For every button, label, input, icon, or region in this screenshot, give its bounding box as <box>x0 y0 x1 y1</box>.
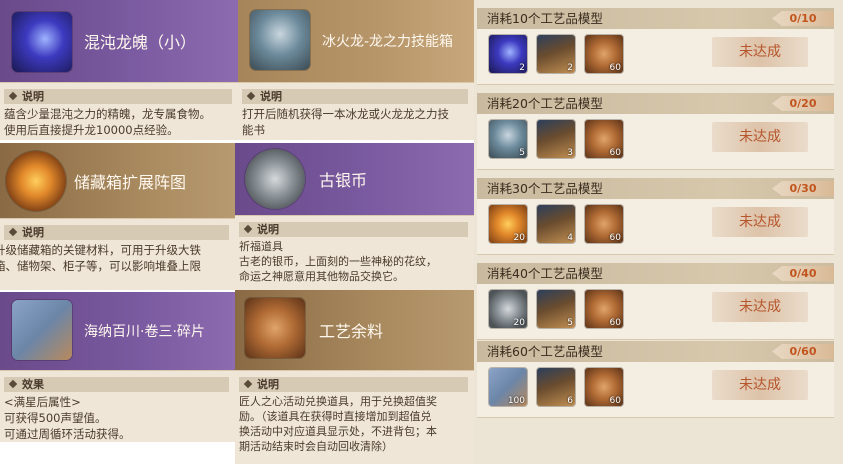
quest-row: 消耗40个工艺品模型 0/40 20 5 60 未达成 <box>477 263 834 340</box>
card-body: 说明 打开后随机获得一本冰龙或火龙龙之力技 能书 <box>238 82 474 140</box>
card-title: 工艺余料 <box>319 322 384 341</box>
card-header: 工艺余料 <box>235 290 474 370</box>
leather-scrap-icon[interactable]: 60 <box>585 368 623 406</box>
card-title: 储藏箱扩展阵图 <box>74 172 187 192</box>
section-label: 说明 <box>239 222 468 237</box>
quest-rewards: 2 2 60 未达成 <box>477 29 834 85</box>
reward-count: 5 <box>567 318 573 328</box>
card-title: 冰火龙-龙之力技能箱 <box>322 34 454 50</box>
reward-count: 3 <box>567 148 573 158</box>
sun-chest-icon[interactable]: 20 <box>489 205 527 243</box>
reward-count: 2 <box>567 63 573 73</box>
card-header: 储藏箱扩展阵图 <box>0 143 235 218</box>
card-title: 古银币 <box>319 171 368 190</box>
quest-row: 消耗30个工艺品模型 0/30 20 4 60 未达成 <box>477 178 834 255</box>
claim-button[interactable]: 未达成 <box>712 370 808 400</box>
reward-count: 60 <box>609 318 621 328</box>
tree-trunk-icon[interactable]: 4 <box>537 205 575 243</box>
tree-trunk-icon[interactable]: 6 <box>537 368 575 406</box>
card-description: <满星后属性> 可获得500声望值。 可通过周循环活动获得。 <box>4 395 131 441</box>
claim-button[interactable]: 未达成 <box>712 292 808 322</box>
silver-coin-icon <box>245 149 305 209</box>
reward-count: 4 <box>567 233 573 243</box>
reward-count: 20 <box>513 318 525 328</box>
card-body: 效果 <满星后属性> 可获得500声望值。 可通过周循环活动获得。 <box>0 370 235 442</box>
reward-count: 100 <box>507 396 525 406</box>
card-description: 祈福道具 古老的银币，上面刻的一些神秘的花纹， 命运之神愿意用其他物品交换它。 <box>239 240 437 283</box>
tree-trunk-icon[interactable]: 2 <box>537 35 575 73</box>
tree-trunk-icon[interactable]: 3 <box>537 120 575 158</box>
reward-count: 2 <box>519 63 525 73</box>
reward-count: 60 <box>609 148 621 158</box>
card-description: 匠人之心活动兑换道具，用于兑换超值奖 励。（该道具在获得时直接增加到超值兑 换活… <box>239 395 437 453</box>
tree-trunk-icon[interactable]: 5 <box>537 290 575 328</box>
leather-scrap-icon[interactable]: 60 <box>585 205 623 243</box>
quest-title: 消耗60个工艺品模型 0/60 <box>477 341 834 362</box>
quest-rewards: 20 4 60 未达成 <box>477 199 834 255</box>
card-title: 混沌龙魄（小） <box>84 33 197 52</box>
quest-progress: 0/20 <box>772 96 834 111</box>
quest-title: 消耗40个工艺品模型 0/40 <box>477 263 834 284</box>
reward-count: 6 <box>567 396 573 406</box>
section-label: 说明 <box>242 89 468 104</box>
card-description: 蕴含少量混沌之力的精魄，龙专属食物。 使用后直接提升龙10000点经验。 <box>4 107 211 137</box>
card-header: 混沌龙魄（小） <box>0 0 238 82</box>
reward-count: 5 <box>519 148 525 158</box>
card-body: 说明 升级储藏箱的关键材料，可用于升级大铁 箱、储物架、柜子等，可以影响堆叠上限 <box>0 218 235 290</box>
sun-chest-icon <box>6 151 66 211</box>
leather-scrap-icon[interactable]: 60 <box>585 290 623 328</box>
treasure-chest-icon <box>250 10 310 70</box>
reward-count: 60 <box>609 233 621 243</box>
quest-progress: 0/60 <box>772 344 834 359</box>
quest-rewards: 20 5 60 未达成 <box>477 284 834 340</box>
card-body: 说明 祈福道具 古老的银币，上面刻的一些神秘的花纹， 命运之神愿意用其他物品交换… <box>235 215 474 290</box>
quest-rewards: 100 6 60 未达成 <box>477 362 834 418</box>
card-description: 打开后随机获得一本冰龙或火龙龙之力技 能书 <box>242 107 449 137</box>
claim-button[interactable]: 未达成 <box>712 207 808 237</box>
item-card-ancient-silver-coin: 古银币 说明 祈福道具 古老的银币，上面刻的一些神秘的花纹， 命运之神愿意用其他… <box>235 143 474 290</box>
reward-count: 60 <box>609 396 621 406</box>
reward-count: 60 <box>609 63 621 73</box>
quest-row: 消耗60个工艺品模型 0/60 100 6 60 未达成 <box>477 341 834 418</box>
leather-scrap-icon[interactable]: 60 <box>585 120 623 158</box>
quest-row: 消耗10个工艺品模型 0/10 2 2 60 未达成 <box>477 8 834 85</box>
item-card-skill-chest: 冰火龙-龙之力技能箱 说明 打开后随机获得一本冰龙或火龙龙之力技 能书 <box>238 0 474 140</box>
leather-scrap-icon <box>245 298 305 358</box>
item-card-chaos-dragon-soul: 混沌龙魄（小） 说明 蕴含少量混沌之力的精魄，龙专属食物。 使用后直接提升龙10… <box>0 0 238 140</box>
quest-row: 消耗20个工艺品模型 0/20 5 3 60 未达成 <box>477 93 834 170</box>
claim-button[interactable]: 未达成 <box>712 122 808 152</box>
quest-progress: 0/40 <box>772 266 834 281</box>
item-card-map-fragment: 海纳百川·卷三·碎片 效果 <满星后属性> 可获得500声望值。 可通过周循环活… <box>0 292 235 442</box>
quest-progress: 0/10 <box>772 11 834 26</box>
section-label: 说明 <box>4 225 229 240</box>
section-label: 说明 <box>4 89 232 104</box>
card-body: 说明 匠人之心活动兑换道具，用于兑换超值奖 励。（该道具在获得时直接增加到超值兑… <box>235 370 474 464</box>
quest-title: 消耗10个工艺品模型 0/10 <box>477 8 834 29</box>
item-card-craft-scraps: 工艺余料 说明 匠人之心活动兑换道具，用于兑换超值奖 励。（该道具在获得时直接增… <box>235 290 474 464</box>
card-header: 古银币 <box>235 143 474 215</box>
claim-button[interactable]: 未达成 <box>712 37 808 67</box>
purple-crystal-icon[interactable]: 2 <box>489 35 527 73</box>
quest-title: 消耗20个工艺品模型 0/20 <box>477 93 834 114</box>
map-fragment-icon[interactable]: 100 <box>489 368 527 406</box>
card-body: 说明 蕴含少量混沌之力的精魄，龙专属食物。 使用后直接提升龙10000点经验。 <box>0 82 238 140</box>
item-card-storage-expansion: 储藏箱扩展阵图 说明 升级储藏箱的关键材料，可用于升级大铁 箱、储物架、柜子等，… <box>0 143 235 290</box>
silver-coin-icon[interactable]: 20 <box>489 290 527 328</box>
map-fragment-icon <box>12 300 72 360</box>
card-description: 升级储藏箱的关键材料，可用于升级大铁 箱、储物架、柜子等，可以影响堆叠上限 <box>0 243 201 273</box>
card-header: 冰火龙-龙之力技能箱 <box>238 0 474 82</box>
treasure-chest-icon[interactable]: 5 <box>489 120 527 158</box>
quest-rewards: 5 3 60 未达成 <box>477 114 834 170</box>
reward-count: 20 <box>513 233 525 243</box>
purple-crystal-icon <box>12 12 72 72</box>
section-label: 效果 <box>4 377 229 392</box>
card-header: 海纳百川·卷三·碎片 <box>0 292 235 370</box>
quest-title: 消耗30个工艺品模型 0/30 <box>477 178 834 199</box>
leather-scrap-icon[interactable]: 60 <box>585 35 623 73</box>
quest-progress: 0/30 <box>772 181 834 196</box>
section-label: 说明 <box>239 377 468 392</box>
card-title: 海纳百川·卷三·碎片 <box>84 324 205 340</box>
